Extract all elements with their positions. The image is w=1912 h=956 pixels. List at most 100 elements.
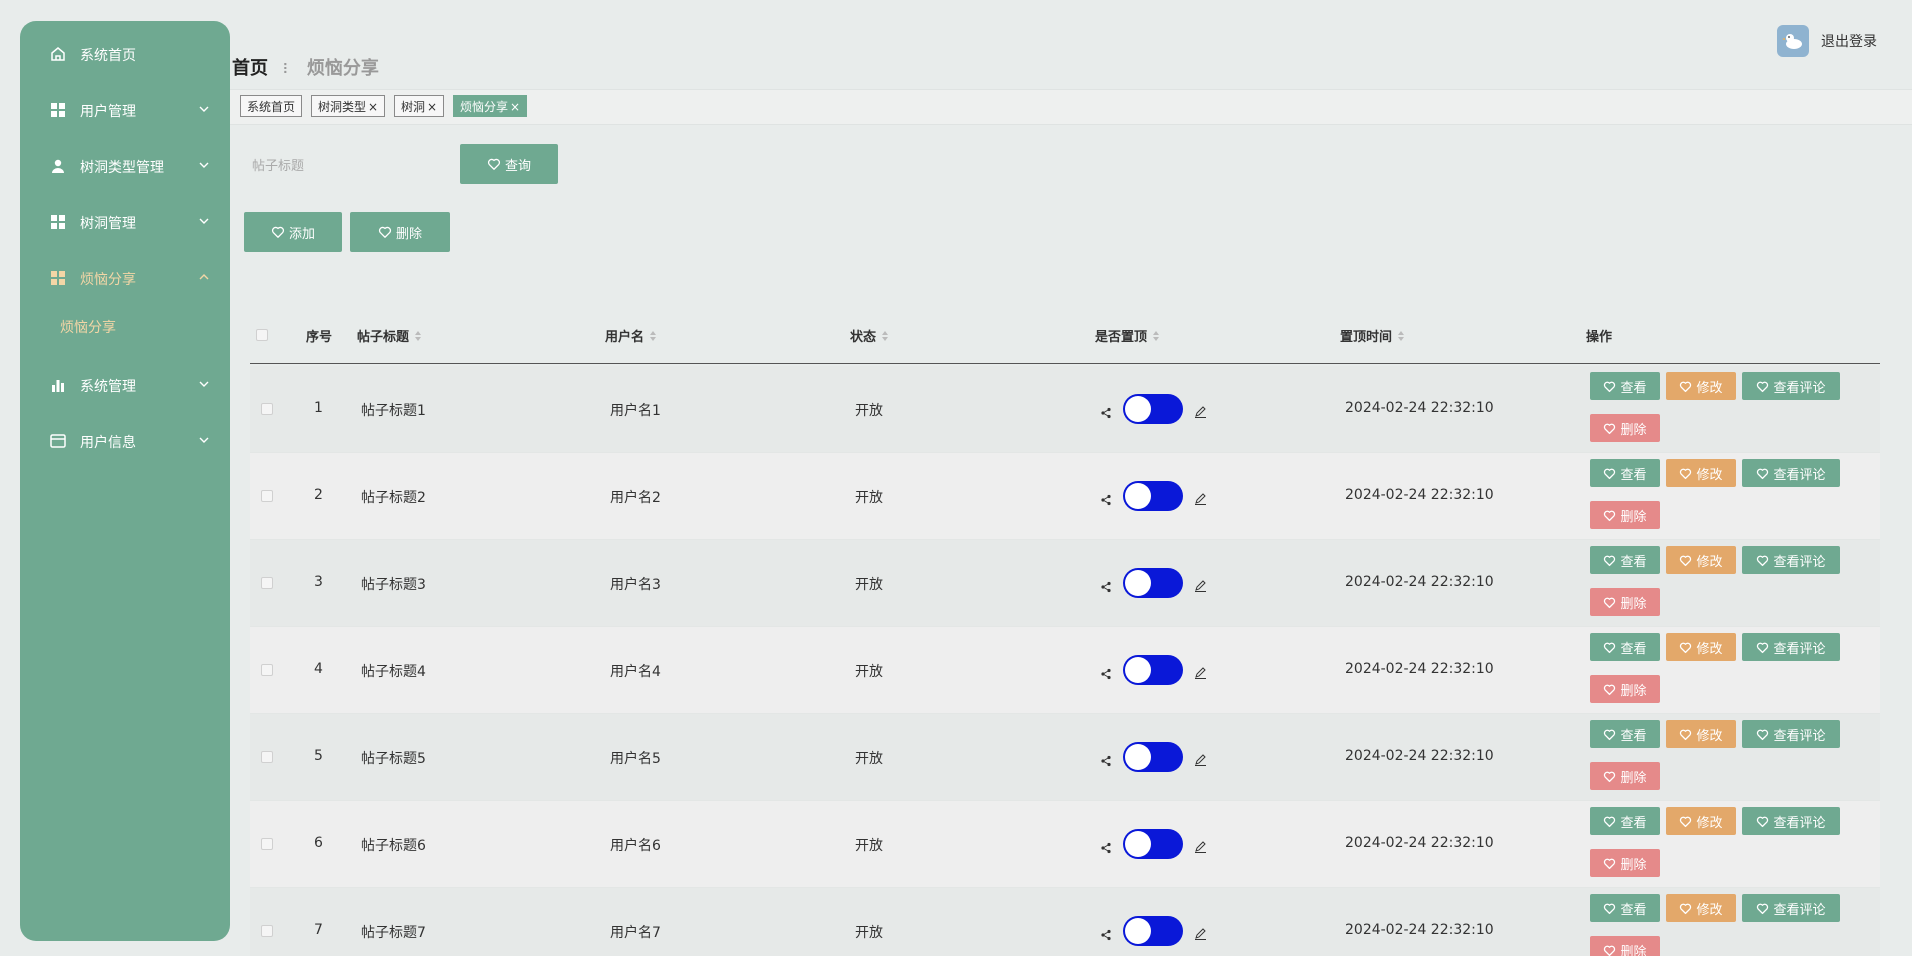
heart-icon [1680,903,1692,914]
search-button[interactable]: 查询 [460,144,558,184]
add-button[interactable]: 添加 [244,212,342,252]
sidebar-item-6[interactable]: 用户信息 [20,427,230,455]
tab-2[interactable]: 树洞 × [394,95,445,117]
tab-1[interactable]: 树洞类型 × [311,95,386,117]
top-toggle-switch[interactable] [1123,394,1183,424]
view-button[interactable]: 查看 [1590,633,1660,661]
table-row: 5 帖子标题5 用户名5 开放 2024-02-24 22:32:10 查看 修改 查看评论删… [250,714,1880,801]
column-header-label: 置顶时间 [1340,330,1393,345]
delete-button[interactable]: 删除 [1590,675,1660,703]
delete-button[interactable]: 删除 [1590,501,1660,529]
heart-icon [1680,729,1692,740]
heart-icon [1757,903,1769,914]
sidebar-item-4[interactable]: 烦恼分享 [20,264,230,292]
tab-3[interactable]: 烦恼分享 × [453,95,528,117]
edit-button[interactable]: 修改 [1666,459,1736,487]
search-input[interactable] [244,145,454,185]
share-icon[interactable] [1100,926,1112,945]
share-icon[interactable] [1100,665,1112,684]
top-toggle-switch[interactable] [1123,829,1183,859]
view-button[interactable]: 查看 [1590,546,1660,574]
sidebar-item-3[interactable]: 树洞管理 [20,208,230,236]
edit-button[interactable]: 修改 [1666,807,1736,835]
avatar[interactable] [1777,25,1809,57]
view-comments-button[interactable]: 查看评论 [1742,720,1840,748]
share-icon[interactable] [1100,491,1112,510]
sidebar-item-2[interactable]: 树洞类型管理 [20,152,230,180]
sidebar-subitem-share[interactable]: 烦恼分享 [60,317,116,337]
sort-icon[interactable] [1397,330,1405,342]
post-title: 帖子标题1 [361,403,426,419]
view-comments-button[interactable]: 查看评论 [1742,459,1840,487]
row-checkbox[interactable] [261,664,273,676]
close-icon[interactable]: × [368,100,378,114]
delete-button[interactable]: 删除 [1590,849,1660,877]
sidebar-item-5[interactable]: 系统管理 [20,371,230,399]
view-button[interactable]: 查看 [1590,894,1660,922]
heart-icon [1604,858,1616,869]
sort-icon[interactable] [881,330,889,342]
close-icon[interactable]: × [427,100,437,114]
row-index: 2 [314,487,323,503]
column-header-3[interactable]: 状态 [850,326,889,345]
row-checkbox[interactable] [261,925,273,937]
select-all-checkbox[interactable] [256,329,268,341]
pencil-icon[interactable] [1194,925,1207,944]
view-comments-button[interactable]: 查看评论 [1742,546,1840,574]
share-icon[interactable] [1100,752,1112,771]
view-comments-button-label: 查看评论 [1773,728,1826,744]
logout-link[interactable]: 退出登录 [1821,31,1877,51]
pencil-icon[interactable] [1194,403,1207,422]
column-header-2[interactable]: 用户名 [605,326,657,345]
view-button[interactable]: 查看 [1590,720,1660,748]
toggle-knob [1125,570,1151,596]
close-icon[interactable]: × [510,100,520,114]
view-comments-button[interactable]: 查看评论 [1742,633,1840,661]
row-checkbox[interactable] [261,751,273,763]
column-header-1[interactable]: 帖子标题 [357,326,422,345]
edit-button[interactable]: 修改 [1666,894,1736,922]
sidebar-item-0[interactable]: 系统首页 [20,40,230,68]
top-toggle-switch[interactable] [1123,481,1183,511]
breadcrumb-home[interactable]: 首页 [232,58,268,79]
share-icon[interactable] [1100,839,1112,858]
share-icon[interactable] [1100,578,1112,597]
pencil-icon[interactable] [1194,838,1207,857]
row-checkbox[interactable] [261,490,273,502]
view-button[interactable]: 查看 [1590,372,1660,400]
row-checkbox[interactable] [261,403,273,415]
column-header-5[interactable]: 置顶时间 [1340,326,1405,345]
edit-button[interactable]: 修改 [1666,546,1736,574]
tab-0[interactable]: 系统首页 [240,95,303,117]
view-comments-button[interactable]: 查看评论 [1742,807,1840,835]
sort-icon[interactable] [1152,330,1160,342]
delete-button[interactable]: 删除 [1590,762,1660,790]
pencil-icon[interactable] [1194,664,1207,683]
sort-icon[interactable] [649,330,657,342]
batch-delete-button[interactable]: 删除 [350,212,450,252]
top-toggle-switch[interactable] [1123,655,1183,685]
view-comments-button[interactable]: 查看评论 [1742,372,1840,400]
top-toggle-switch[interactable] [1123,568,1183,598]
view-button[interactable]: 查看 [1590,459,1660,487]
delete-button[interactable]: 删除 [1590,588,1660,616]
pencil-icon[interactable] [1194,751,1207,770]
sidebar-item-1[interactable]: 用户管理 [20,96,230,124]
edit-button[interactable]: 修改 [1666,633,1736,661]
view-comments-button[interactable]: 查看评论 [1742,894,1840,922]
column-header-4[interactable]: 是否置顶 [1095,326,1160,345]
top-toggle-switch[interactable] [1123,916,1183,946]
pencil-icon[interactable] [1194,577,1207,596]
delete-button[interactable]: 删除 [1590,936,1660,956]
username: 用户名6 [610,838,661,854]
edit-button[interactable]: 修改 [1666,720,1736,748]
edit-button[interactable]: 修改 [1666,372,1736,400]
view-button[interactable]: 查看 [1590,807,1660,835]
sort-icon[interactable] [414,330,422,342]
delete-button[interactable]: 删除 [1590,414,1660,442]
share-icon[interactable] [1100,404,1112,423]
row-checkbox[interactable] [261,577,273,589]
top-toggle-switch[interactable] [1123,742,1183,772]
row-checkbox[interactable] [261,838,273,850]
pencil-icon[interactable] [1194,490,1207,509]
